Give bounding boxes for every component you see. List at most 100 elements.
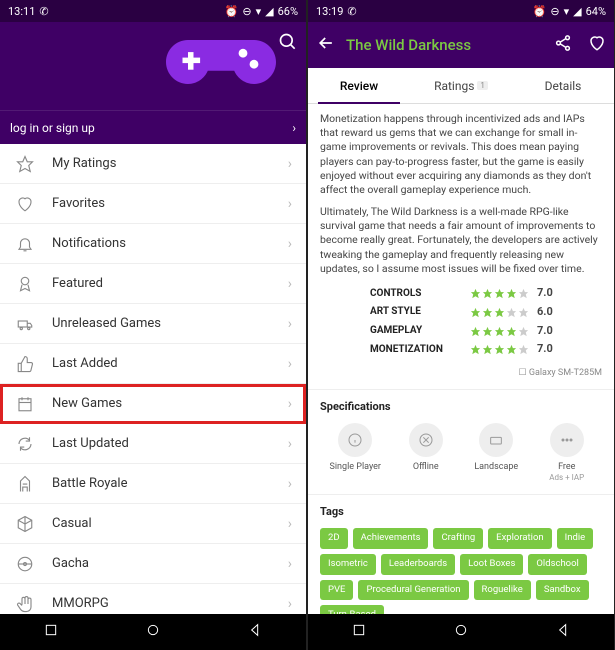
menu-label: Battle Royale xyxy=(52,476,127,491)
menu-label: Last Updated xyxy=(52,436,129,451)
tag-isometric[interactable]: Isometric xyxy=(320,554,376,575)
score-label: GAMEPLAY xyxy=(370,324,470,338)
menu-item-my-ratings[interactable]: My Ratings› xyxy=(0,144,306,184)
spec-single-player[interactable]: Single Player xyxy=(320,423,391,484)
tag-crafting[interactable]: Crafting xyxy=(433,528,483,549)
score-row-gameplay: GAMEPLAY7.0 xyxy=(320,324,602,339)
alarm-icon: ⏰ xyxy=(533,5,547,18)
thumb-icon xyxy=(14,353,36,375)
chevron-right-icon: › xyxy=(288,476,292,492)
tag-turn-based[interactable]: Turn-Based xyxy=(320,605,384,614)
spec-label: Offline xyxy=(391,461,462,473)
phone-right: 13:19 ✆ ⏰ ⊖ ▾ ◢ 64% The Wild Darkness Re… xyxy=(308,0,614,650)
nav-home-icon[interactable] xyxy=(453,622,469,642)
login-row[interactable]: log in or sign up › xyxy=(0,110,306,144)
chevron-right-icon: › xyxy=(288,436,292,452)
chevron-right-icon: › xyxy=(288,156,292,172)
tab-bar: Review Ratings1Details xyxy=(308,68,614,104)
spec-landscape[interactable]: Landscape xyxy=(461,423,532,484)
score-value: 7.0 xyxy=(537,342,553,357)
menu-label: Featured xyxy=(52,276,103,291)
tag-achievements[interactable]: Achievements xyxy=(353,528,429,549)
specs-heading: Specifications xyxy=(320,400,602,415)
search-icon[interactable] xyxy=(278,32,298,56)
wifi-icon: ▾ xyxy=(564,5,570,18)
tags-heading: Tags xyxy=(320,505,602,520)
spec-label: Free xyxy=(532,461,603,473)
nav-home-icon[interactable] xyxy=(145,622,161,642)
tag-oldschool[interactable]: Oldschool xyxy=(528,554,586,575)
ball-icon xyxy=(14,553,36,575)
star-icon xyxy=(14,153,36,175)
review-para: Ultimately, The Wild Darkness is a well-… xyxy=(320,205,602,276)
back-icon[interactable] xyxy=(316,33,336,57)
score-label: MONETIZATION xyxy=(370,343,470,357)
menu-label: New Games xyxy=(52,396,122,411)
score-row-monetization: MONETIZATION 7.0 xyxy=(320,342,602,357)
signal-icon: ◢ xyxy=(573,5,581,18)
drawer-menu: My Ratings›Favorites›Notifications›Featu… xyxy=(0,144,306,614)
tab-label: Review xyxy=(340,79,378,93)
menu-item-favorites[interactable]: Favorites› xyxy=(0,184,306,224)
menu-label: MMORPG xyxy=(52,596,109,611)
status-time: 13:11 xyxy=(8,5,35,18)
nav-back-icon[interactable] xyxy=(555,622,571,642)
menu-label: Casual xyxy=(52,516,92,531)
tag-leaderboards[interactable]: Leaderboards xyxy=(381,554,455,575)
controller-icon xyxy=(166,27,276,97)
login-label: log in or sign up xyxy=(10,121,95,135)
star-rating xyxy=(470,344,529,355)
tab-review[interactable]: Review xyxy=(308,68,410,103)
hand-icon xyxy=(14,593,36,615)
menu-label: Notifications xyxy=(52,236,126,251)
tag-2d[interactable]: 2D xyxy=(320,528,348,549)
score-block: CONTROLS7.0ART STYLE6.0GAMEPLAY7.0MONETI… xyxy=(320,286,602,357)
menu-item-last-added[interactable]: Last Added› xyxy=(0,344,306,384)
tag-sandbox[interactable]: Sandbox xyxy=(536,580,589,601)
page-title: The Wild Darkness xyxy=(346,36,538,54)
menu-item-gacha[interactable]: Gacha› xyxy=(0,544,306,584)
tab-details[interactable]: Details xyxy=(512,68,614,103)
tag-pve[interactable]: PVE xyxy=(320,580,353,601)
score-value: 6.0 xyxy=(537,305,553,320)
nav-back-icon[interactable] xyxy=(247,622,263,642)
menu-item-battle-royale[interactable]: Battle Royale › xyxy=(0,464,306,504)
spec-free[interactable]: FreeAds + IAP xyxy=(532,423,603,484)
tag-loot-boxes[interactable]: Loot Boxes xyxy=(460,554,523,575)
menu-item-casual[interactable]: Casual › xyxy=(0,504,306,544)
tag-indie[interactable]: Indie xyxy=(557,528,594,549)
wifi-icon: ▾ xyxy=(256,5,262,18)
truck-icon xyxy=(14,313,36,335)
menu-label: Favorites xyxy=(52,196,105,211)
spec-label: Landscape xyxy=(461,461,532,473)
alarm-icon: ⏰ xyxy=(225,5,239,18)
spec-offline[interactable]: Offline xyxy=(391,423,462,484)
nav-recent-icon[interactable] xyxy=(351,622,367,642)
menu-item-notifications[interactable]: Notifications› xyxy=(0,224,306,264)
share-icon[interactable] xyxy=(554,34,572,56)
menu-item-unreleased-games[interactable]: Unreleased Games› xyxy=(0,304,306,344)
award-icon xyxy=(14,273,36,295)
chevron-right-icon: › xyxy=(288,516,292,532)
menu-label: Gacha xyxy=(52,556,89,571)
star-rating xyxy=(470,326,529,337)
review-content: Monetization happens through incentivize… xyxy=(308,104,614,614)
menu-item-new-games[interactable]: New Games› xyxy=(0,384,306,424)
tag-exploration[interactable]: Exploration xyxy=(488,528,551,549)
chevron-right-icon: › xyxy=(288,276,292,292)
menu-item-featured[interactable]: Featured › xyxy=(0,264,306,304)
info-icon xyxy=(338,423,372,457)
status-time: 13:19 xyxy=(316,5,343,18)
favorite-icon[interactable] xyxy=(588,34,606,56)
tag-roguelike[interactable]: Roguelike xyxy=(474,580,531,601)
tower-icon xyxy=(14,473,36,495)
menu-item-mmorpg[interactable]: MMORPG› xyxy=(0,584,306,614)
tab-ratings[interactable]: Ratings1 xyxy=(410,68,512,103)
menu-item-last-updated[interactable]: Last Updated › xyxy=(0,424,306,464)
dnd-icon: ⊖ xyxy=(242,5,251,18)
spec-label: Single Player xyxy=(320,461,391,473)
nav-recent-icon[interactable] xyxy=(43,622,59,642)
whatsapp-icon: ✆ xyxy=(347,5,356,18)
menu-label: Last Added xyxy=(52,356,118,371)
tag-procedural-generation[interactable]: Procedural Generation xyxy=(358,580,468,601)
